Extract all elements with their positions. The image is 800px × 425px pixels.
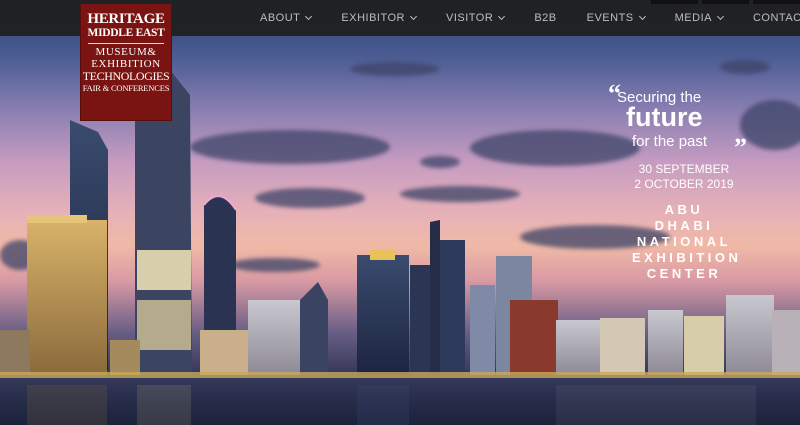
close-quote-icon: ” <box>734 133 747 162</box>
logo-line-museum: MUSEUM& <box>95 46 157 58</box>
venue-line-3: EXHIBITION <box>632 250 742 265</box>
tagline-line-3: for the past <box>632 133 708 150</box>
site-logo[interactable]: HERITAGE MIDDLE EAST MUSEUM& EXHIBITION … <box>81 4 171 120</box>
venue-line-1: ABU DHABI <box>654 202 714 233</box>
nav-item-contact[interactable]: CONTACT <box>753 12 800 24</box>
logo-line-heritage: HERITAGE <box>87 11 165 27</box>
venue-line-2: NATIONAL <box>636 234 732 249</box>
chevron-down-icon <box>409 12 418 21</box>
logo-line-technologies: TECHNOLOGIES <box>82 69 170 83</box>
date-start: 30 SEPTEMBER <box>638 162 730 176</box>
chevron-down-icon <box>498 12 506 21</box>
date-end: 2 OCTOBER 2019 <box>634 177 734 191</box>
tagline-line-2: future <box>626 102 703 132</box>
nav-item-exhibitor[interactable]: EXHIBITOR <box>341 12 418 24</box>
chevron-down-icon <box>305 12 313 21</box>
chevron-down-icon <box>638 12 646 21</box>
nav-item-label: EVENTS <box>586 12 634 24</box>
nav-item-label: VISITOR <box>446 12 494 24</box>
logo-line-fair-conferences: FAIR & CONFERENCES <box>82 83 170 93</box>
event-venue: ABU DHABI NATIONAL EXHIBITION CENTER <box>632 202 742 282</box>
nav-item-media[interactable]: MEDIA <box>674 12 725 24</box>
nav-item-label: B2B <box>534 12 557 24</box>
nav-item-label: ABOUT <box>260 12 301 24</box>
event-dates: 30 SEPTEMBER 2 OCTOBER 2019 <box>634 162 734 192</box>
nav-item-label: EXHIBITOR <box>341 12 405 24</box>
water-reflection <box>0 378 800 425</box>
nav-item-b2b[interactable]: B2B <box>534 12 556 24</box>
nav-item-visitor[interactable]: VISITOR <box>446 12 506 24</box>
venue-line-4: CENTER <box>646 266 722 281</box>
logo-line-middle-east: MIDDLE EAST <box>87 27 165 39</box>
nav-item-label: MEDIA <box>674 12 712 24</box>
main-menu: ABOUT EXHIBITOR VISITOR B2B EVENTS MEDIA… <box>260 0 800 36</box>
chevron-down-icon <box>716 12 725 21</box>
nav-item-events[interactable]: EVENTS <box>586 12 646 24</box>
logo-divider <box>88 43 164 44</box>
nav-item-label: CONTACT <box>752 12 800 24</box>
nav-item-about[interactable]: ABOUT <box>260 12 313 24</box>
